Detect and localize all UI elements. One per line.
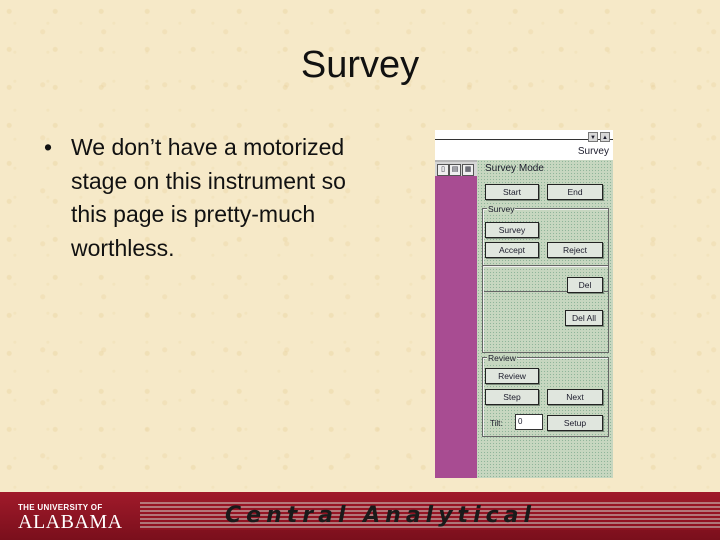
slide-title: Survey (300, 44, 420, 86)
scroll-down-icon[interactable]: ▼ (588, 132, 598, 142)
logo-main-text: ALABAMA (18, 511, 123, 533)
step-button[interactable]: Step (485, 389, 539, 405)
survey-group-label: Survey (487, 204, 516, 214)
bullet-marker: • (44, 134, 53, 160)
survey-button[interactable]: Survey (485, 222, 539, 238)
review-button[interactable]: Review (485, 368, 539, 384)
start-button[interactable]: Start (485, 184, 539, 200)
side-strip (435, 176, 477, 478)
window-title: Survey (577, 146, 609, 157)
bullet-item: • We don’t have a motorized stage on thi… (44, 131, 364, 265)
setup-button[interactable]: Setup (547, 415, 603, 431)
divider (435, 139, 613, 140)
review-group-label: Review (487, 353, 517, 363)
bullet-text: We don’t have a motorized stage on this … (71, 134, 346, 261)
tilt-input[interactable]: 0 (515, 414, 543, 430)
next-button[interactable]: Next (547, 389, 603, 405)
survey-panel-screenshot: ▼ ▲ Survey ▯ ▤ ▦ Survey Mode Start End S… (435, 130, 613, 478)
scroll-up-icon[interactable]: ▲ (600, 132, 610, 142)
end-button[interactable]: End (547, 184, 603, 200)
tilt-label: Tilt: (490, 419, 503, 428)
del-all-button[interactable]: Del All (565, 310, 603, 326)
reject-button[interactable]: Reject (547, 242, 603, 258)
survey-mode-panel: Survey Mode Start End Survey Survey Acce… (477, 160, 613, 478)
del-button[interactable]: Del (567, 277, 603, 293)
tool-icon-1[interactable]: ▯ (437, 164, 449, 176)
footer-bar: THE UNIVERSITY OF ALABAMA Central Analyt… (0, 492, 720, 540)
tool-icon-3[interactable]: ▦ (462, 164, 474, 176)
footer-title: Central Analytical (225, 503, 537, 528)
tool-icon-2[interactable]: ▤ (449, 164, 461, 176)
mode-title: Survey Mode (485, 163, 544, 174)
accept-button[interactable]: Accept (485, 242, 539, 258)
window-titlebar: ▼ ▲ Survey (435, 130, 613, 160)
